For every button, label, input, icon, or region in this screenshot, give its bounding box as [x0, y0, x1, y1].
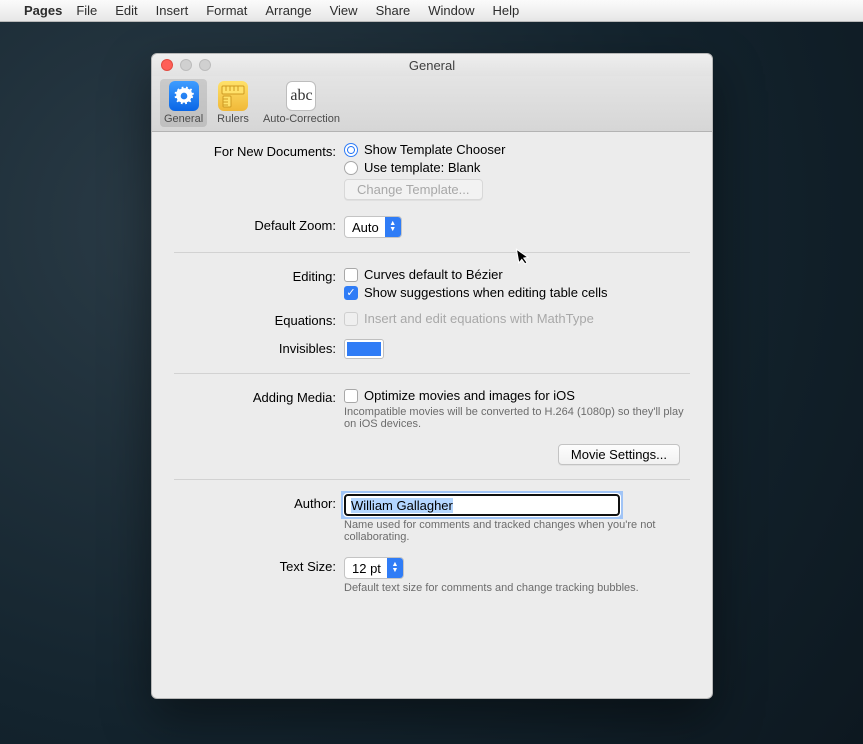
prefs-content: For New Documents: Show Template Chooser… — [152, 132, 712, 620]
ruler-icon — [218, 81, 248, 111]
toolbar-autocorrection-label: Auto-Correction — [263, 113, 340, 125]
radio-show-template-chooser[interactable]: Show Template Chooser — [344, 142, 690, 157]
radio-show-template-chooser-label: Show Template Chooser — [364, 142, 505, 157]
toolbar-autocorrection[interactable]: abc Auto-Correction — [259, 79, 344, 127]
movie-settings-button[interactable]: Movie Settings... — [558, 444, 680, 465]
checkbox-icon — [344, 389, 358, 403]
label-text-size: Text Size: — [174, 557, 344, 574]
menu-format[interactable]: Format — [206, 3, 247, 18]
label-default-zoom: Default Zoom: — [174, 216, 344, 233]
color-swatch — [347, 342, 381, 356]
chevron-updown-icon: ▲▼ — [385, 217, 401, 237]
menu-file[interactable]: File — [76, 3, 97, 18]
label-equations: Equations: — [174, 311, 344, 328]
check-mathtype-label: Insert and edit equations with MathType — [364, 311, 594, 326]
label-for-new-documents: For New Documents: — [174, 142, 344, 159]
separator — [174, 252, 690, 253]
menu-insert[interactable]: Insert — [156, 3, 189, 18]
check-curves-bezier[interactable]: Curves default to Bézier — [344, 267, 690, 282]
author-hint: Name used for comments and tracked chang… — [344, 519, 690, 543]
label-adding-media: Adding Media: — [174, 388, 344, 405]
change-template-button: Change Template... — [344, 179, 483, 200]
menubar: Pages File Edit Insert Format Arrange Vi… — [0, 0, 863, 22]
toolbar-general-label: General — [164, 113, 203, 125]
checkbox-icon — [344, 268, 358, 282]
check-optimize-media-label: Optimize movies and images for iOS — [364, 388, 575, 403]
optimize-media-hint: Incompatible movies will be converted to… — [344, 406, 690, 430]
checkbox-icon: ✓ — [344, 286, 358, 300]
text-size-value: 12 pt — [352, 561, 381, 576]
author-input[interactable] — [344, 494, 620, 516]
label-editing: Editing: — [174, 267, 344, 284]
label-author: Author: — [174, 494, 344, 511]
menu-share[interactable]: Share — [376, 3, 411, 18]
text-size-select[interactable]: 12 pt ▲▼ — [344, 557, 404, 579]
default-zoom-value: Auto — [352, 220, 379, 235]
separator — [174, 373, 690, 374]
default-zoom-select[interactable]: Auto ▲▼ — [344, 216, 402, 238]
chevron-updown-icon: ▲▼ — [387, 558, 403, 578]
titlebar: General — [152, 54, 712, 76]
abc-icon: abc — [286, 81, 316, 111]
invisibles-color-well[interactable] — [344, 339, 384, 359]
gear-icon — [169, 81, 199, 111]
toolbar-rulers[interactable]: Rulers — [213, 79, 253, 127]
preferences-window: General General Rulers abc Auto-Correcti… — [151, 53, 713, 699]
toolbar-rulers-label: Rulers — [217, 113, 249, 125]
checkbox-icon — [344, 312, 358, 326]
menu-app-name[interactable]: Pages — [24, 3, 62, 18]
window-title: General — [152, 58, 712, 73]
radio-icon — [344, 161, 358, 175]
check-mathtype: Insert and edit equations with MathType — [344, 311, 690, 326]
toolbar-general[interactable]: General — [160, 79, 207, 127]
menu-edit[interactable]: Edit — [115, 3, 137, 18]
text-size-hint: Default text size for comments and chang… — [344, 582, 690, 594]
radio-use-template-label: Use template: Blank — [364, 160, 480, 175]
menu-help[interactable]: Help — [493, 3, 520, 18]
label-invisibles: Invisibles: — [174, 339, 344, 356]
check-show-suggestions-label: Show suggestions when editing table cell… — [364, 285, 608, 300]
menu-arrange[interactable]: Arrange — [265, 3, 311, 18]
menu-view[interactable]: View — [330, 3, 358, 18]
check-curves-bezier-label: Curves default to Bézier — [364, 267, 503, 282]
prefs-toolbar: General Rulers abc Auto-Correction — [152, 76, 712, 132]
check-show-suggestions[interactable]: ✓ Show suggestions when editing table ce… — [344, 285, 690, 300]
menu-window[interactable]: Window — [428, 3, 474, 18]
radio-icon — [344, 143, 358, 157]
check-optimize-media[interactable]: Optimize movies and images for iOS — [344, 388, 690, 403]
radio-use-template[interactable]: Use template: Blank — [344, 160, 690, 175]
separator — [174, 479, 690, 480]
